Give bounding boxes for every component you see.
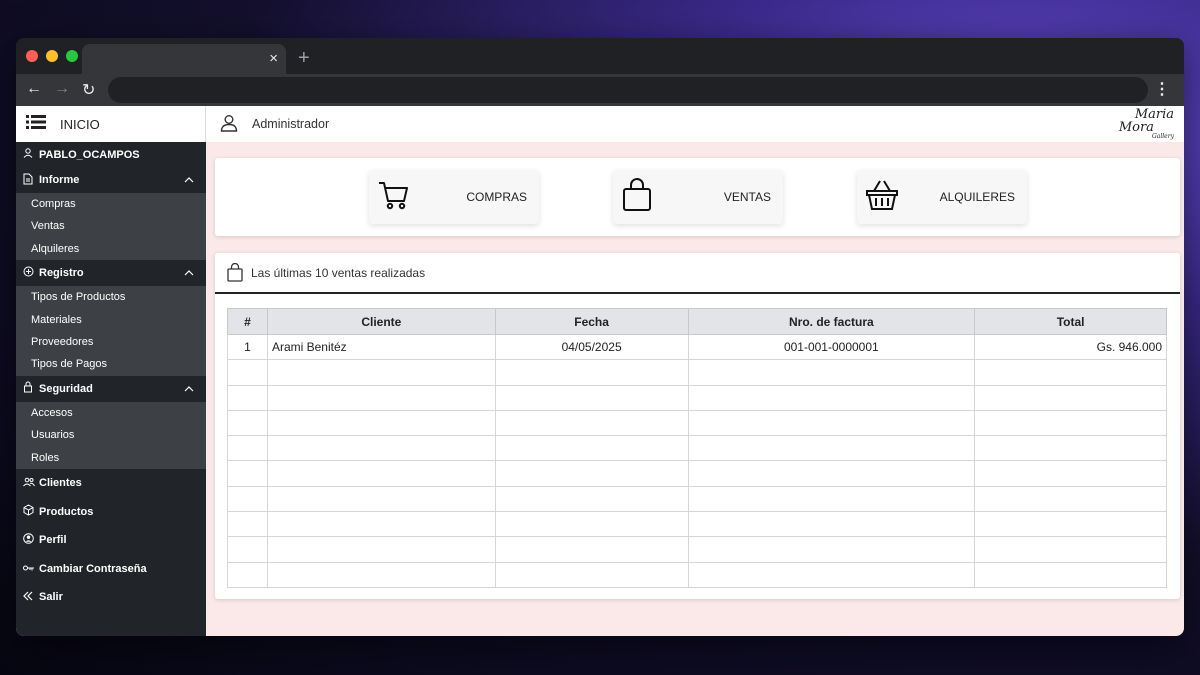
sidebar-item-salir[interactable]: Salir (16, 583, 206, 612)
sidebar-item-productos[interactable]: Productos (16, 498, 206, 526)
lock-icon (23, 381, 39, 396)
chevron-up-icon[interactable] (184, 383, 194, 395)
browser-window: × + ← → ↻ ⋮ INICIO PABLO_OCAMPOS Informe… (16, 38, 1184, 636)
sidebar-item-proveedores[interactable]: Proveedores (16, 331, 206, 353)
browser-toolbar: ← → ↻ ⋮ (16, 74, 1184, 106)
header-number[interactable]: # (227, 308, 268, 335)
forward-button[interactable]: → (54, 80, 70, 98)
cell-total: Gs. 946.000 (974, 333, 1167, 361)
panel-title: Las últimas 10 ventas realizadas (251, 265, 426, 280)
address-bar[interactable] (108, 77, 1148, 103)
table-row-empty (227, 359, 1167, 386)
cart-icon (377, 179, 409, 216)
alquileres-label: ALQUILERES (939, 190, 1015, 204)
table-row-empty (227, 460, 1167, 487)
back-button[interactable]: ← (26, 80, 42, 98)
sidebar-item-tipos-pagos[interactable]: Tipos de Pagos (16, 353, 206, 375)
cell-cliente: Arami Benitéz (266, 333, 496, 361)
brand-label: INICIO (60, 116, 100, 132)
table-row[interactable]: 1 Arami Benitéz 04/05/2025 001-001-00000… (227, 333, 1167, 361)
sidebar-item-roles[interactable]: Roles (16, 447, 206, 469)
table-header-row: # Cliente Fecha Nro. de factura Total (227, 308, 1167, 335)
submenu-informe: Compras Ventas Alquileres (16, 193, 206, 261)
sidebar-item-usuarios[interactable]: Usuarios (16, 424, 206, 446)
profile-icon (23, 533, 39, 547)
sidebar-username: PABLO_OCAMPOS (16, 142, 206, 167)
basket-icon (865, 179, 899, 216)
sidebar: INICIO PABLO_OCAMPOS Informe Compras Ven… (16, 106, 206, 636)
recent-sales-panel: Las últimas 10 ventas realizadas # Clien… (215, 253, 1180, 599)
reload-button[interactable]: ↻ (82, 80, 95, 100)
plus-circle-icon (23, 266, 39, 280)
header-total[interactable]: Total (974, 308, 1167, 335)
header-fecha[interactable]: Fecha (494, 308, 689, 335)
panel-header: Las últimas 10 ventas realizadas (215, 253, 1180, 294)
header-factura[interactable]: Nro. de factura (687, 308, 976, 335)
sidebar-item-informe[interactable]: Informe (16, 167, 206, 193)
browser-menu-button[interactable]: ⋮ (1154, 79, 1170, 99)
sidebar-item-clientes[interactable]: Clientes (16, 469, 206, 498)
compras-label: COMPRAS (466, 190, 527, 204)
users-icon (23, 477, 39, 490)
box-icon (23, 504, 39, 519)
brand-logo: Maria Mora Gallery (1118, 107, 1174, 140)
window-controls (26, 50, 78, 62)
table-row-empty (227, 485, 1167, 513)
sidebar-item-alquileres[interactable]: Alquileres (16, 238, 206, 260)
table-row-empty (227, 409, 1167, 437)
alquileres-card[interactable]: ALQUILERES (857, 170, 1027, 224)
sidebar-item-ventas[interactable]: Ventas (16, 215, 206, 237)
cell-factura: 001-001-0000001 (687, 333, 976, 361)
close-window-button[interactable] (26, 50, 38, 62)
main-content: Administrador Maria Mora Gallery COMPRAS (206, 106, 1184, 636)
cell-number: 1 (227, 333, 268, 361)
sidebar-item-compras[interactable]: Compras (16, 193, 206, 215)
minimize-window-button[interactable] (46, 50, 58, 62)
sidebar-item-materiales[interactable]: Materiales (16, 309, 206, 331)
sidebar-item-accesos[interactable]: Accesos (16, 402, 206, 424)
app-page: INICIO PABLO_OCAMPOS Informe Compras Ven… (16, 106, 1184, 636)
sidebar-item-seguridad[interactable]: Seguridad (16, 376, 206, 402)
sidebar-item-perfil[interactable]: Perfil (16, 526, 206, 555)
sidebar-brand[interactable]: INICIO (16, 106, 206, 142)
compras-card[interactable]: COMPRAS (369, 170, 539, 224)
cell-fecha: 04/05/2025 (494, 333, 689, 361)
submenu-seguridad: Accesos Usuarios Roles (16, 401, 206, 469)
chevron-up-icon[interactable] (184, 267, 194, 279)
tab-close-icon[interactable]: × (269, 50, 278, 67)
table-row-empty (227, 384, 1167, 411)
sidebar-item-registro[interactable]: Registro (16, 260, 206, 286)
top-bar: Administrador Maria Mora Gallery (206, 106, 1184, 142)
sidebar-item-tipos-productos[interactable]: Tipos de Productos (16, 286, 206, 308)
menu-icon[interactable] (26, 113, 46, 136)
table-row-empty (227, 561, 1167, 588)
table-row-empty (227, 536, 1167, 563)
header-cliente[interactable]: Cliente (266, 308, 496, 335)
key-icon (23, 563, 39, 575)
sidebar-item-cambiar-contrasena[interactable]: Cambiar Contraseña (16, 555, 206, 583)
submenu-registro: Tipos de Productos Materiales Proveedore… (16, 286, 206, 376)
user-icon[interactable] (220, 114, 238, 135)
user-role-label: Administrador (252, 117, 330, 131)
document-icon (23, 173, 39, 188)
table-row-empty (227, 511, 1167, 538)
tab-bar: × + (16, 38, 1184, 74)
chevron-up-icon[interactable] (184, 174, 194, 186)
maximize-window-button[interactable] (66, 50, 78, 62)
shopping-bag-icon (227, 263, 243, 282)
user-icon (23, 148, 39, 161)
shopping-bag-icon (621, 177, 653, 217)
ventas-label: VENTAS (723, 190, 771, 204)
new-tab-button[interactable]: + (298, 47, 310, 70)
double-chevron-left-icon (23, 591, 39, 604)
browser-tab[interactable]: × (82, 44, 286, 74)
shortcut-cards: COMPRAS VENTAS ALQUILERES (215, 158, 1180, 236)
ventas-card[interactable]: VENTAS (613, 170, 783, 224)
table-row-empty (227, 435, 1167, 462)
sales-table: # Cliente Fecha Nro. de factura Total 1 … (227, 308, 1167, 588)
